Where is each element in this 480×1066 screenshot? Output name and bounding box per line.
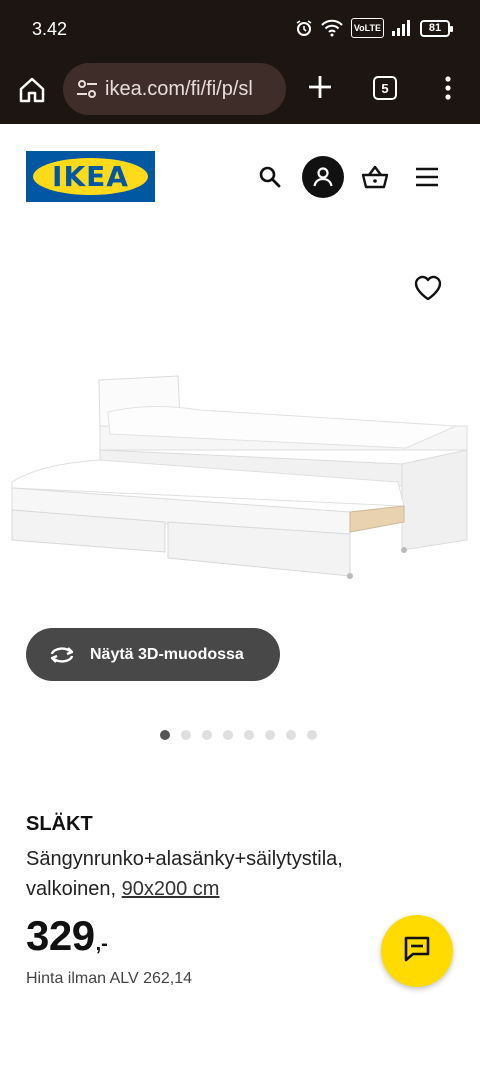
- price-integer: 329: [26, 912, 95, 959]
- carousel-dot[interactable]: [286, 730, 296, 740]
- wifi-icon: [321, 18, 343, 38]
- product-description: Sängynrunko+alasänky+säilytystila, valko…: [26, 844, 386, 904]
- carousel-dot[interactable]: [265, 730, 275, 740]
- hamburger-menu-icon[interactable]: [407, 157, 447, 197]
- view-3d-button[interactable]: Näytä 3D-muodossa: [26, 628, 280, 681]
- carousel-dot[interactable]: [160, 730, 170, 740]
- carousel-dot[interactable]: [244, 730, 254, 740]
- size-link[interactable]: 90x200 cm: [122, 878, 220, 900]
- heart-icon[interactable]: [412, 272, 444, 304]
- signal-icon: [392, 18, 412, 38]
- logo-text: IKEA: [52, 160, 129, 193]
- kebab-menu-icon[interactable]: [436, 72, 460, 104]
- product-name: SLÄKT: [26, 813, 93, 835]
- ikea-logo[interactable]: IKEA: [26, 151, 155, 202]
- tune-icon[interactable]: [75, 77, 99, 101]
- price-suffix: ,-: [95, 933, 108, 955]
- url-text: ikea.com/fi/fi/p/sl: [105, 77, 253, 100]
- tab-count: 5: [381, 80, 389, 96]
- carousel-dot[interactable]: [223, 730, 233, 740]
- rotate-3d-icon: [48, 641, 76, 669]
- chat-button[interactable]: [381, 915, 453, 987]
- product-gallery[interactable]: Näytä 3D-muodossa: [0, 224, 480, 764]
- basket-icon[interactable]: [355, 157, 395, 197]
- plus-icon[interactable]: [305, 72, 335, 102]
- chat-icon: [402, 934, 432, 969]
- site-header: IKEA: [0, 124, 480, 224]
- status-bar: 3.42 VoLTE 81: [0, 0, 480, 58]
- carousel-dot[interactable]: [307, 730, 317, 740]
- status-time: 3.42: [32, 19, 68, 39]
- battery-level: 81: [428, 22, 442, 34]
- volte-icon: VoLTE: [350, 18, 384, 38]
- profile-icon[interactable]: [302, 156, 344, 198]
- carousel-dot[interactable]: [202, 730, 212, 740]
- url-bar[interactable]: ikea.com/fi/fi/p/sl: [63, 63, 286, 115]
- alarm-icon: [295, 18, 313, 38]
- browser-toolbar: ikea.com/fi/fi/p/sl 5: [0, 58, 480, 124]
- product-image: [0, 364, 480, 594]
- carousel-dots: [160, 730, 317, 740]
- battery-icon: 81: [420, 19, 453, 37]
- product-price: 329 ,-: [26, 912, 108, 960]
- carousel-dot[interactable]: [181, 730, 191, 740]
- price-without-vat: Hinta ilman ALV 262,14: [26, 970, 193, 987]
- home-icon[interactable]: [16, 74, 48, 106]
- status-icons: VoLTE 81: [295, 18, 453, 38]
- search-icon[interactable]: [250, 157, 290, 197]
- tabs-icon[interactable]: 5: [373, 76, 397, 100]
- view-3d-label: Näytä 3D-muodossa: [90, 645, 244, 663]
